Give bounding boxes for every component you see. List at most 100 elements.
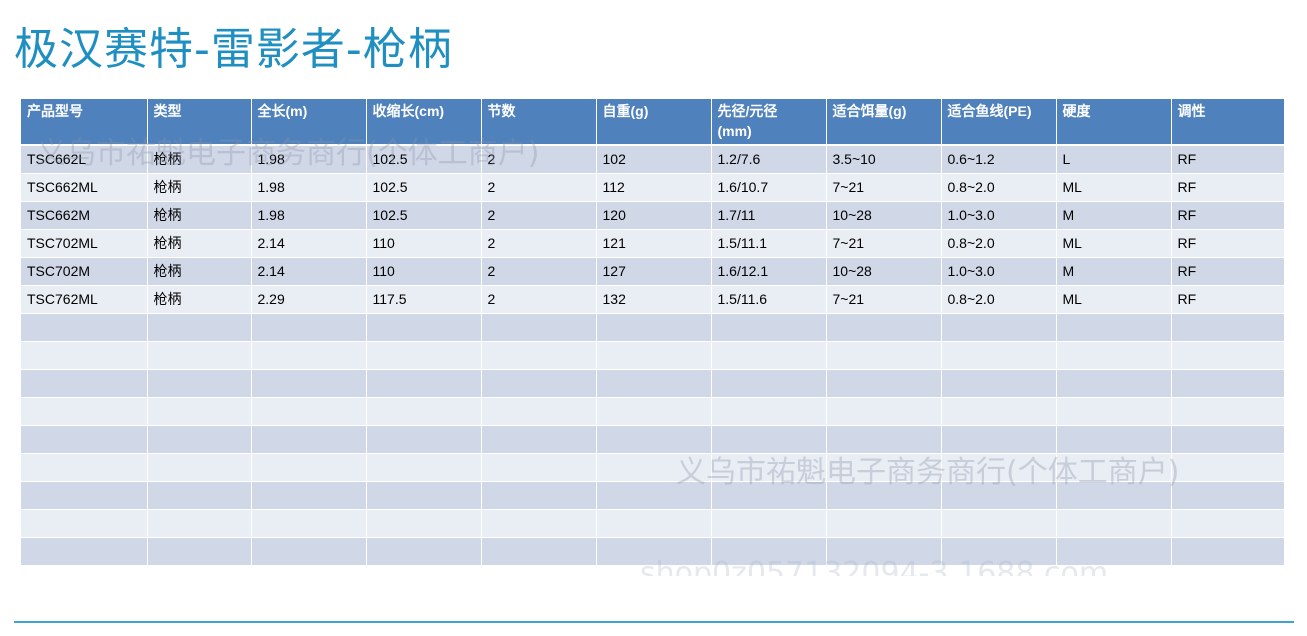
table-cell-empty xyxy=(596,313,712,342)
table-cell-empty xyxy=(366,481,482,510)
table-cell: TSC702ML xyxy=(21,229,148,258)
table-cell: 1.5/11.6 xyxy=(711,285,827,314)
table-cell: 102.5 xyxy=(366,201,482,230)
table-cell: 2.14 xyxy=(251,257,367,286)
table-cell-empty xyxy=(596,397,712,426)
table-cell-empty xyxy=(21,341,148,370)
table-cell-empty xyxy=(711,481,827,510)
table-cell-empty xyxy=(941,313,1057,342)
table-cell: 110 xyxy=(366,229,482,258)
table-cell: RF xyxy=(1171,285,1284,314)
table-cell: M xyxy=(1056,201,1172,230)
table-cell-empty xyxy=(251,481,367,510)
table-cell-empty xyxy=(251,425,367,454)
table-cell-empty xyxy=(596,509,712,538)
table-cell-empty xyxy=(147,341,252,370)
table-cell: 0.6~1.2 xyxy=(941,145,1057,174)
table-cell: 枪柄 xyxy=(147,285,252,314)
table-cell-empty xyxy=(21,453,148,482)
table-cell-empty xyxy=(147,537,252,566)
table-cell-empty xyxy=(826,453,942,482)
table-cell-empty xyxy=(366,341,482,370)
table-cell: 121 xyxy=(596,229,712,258)
table-cell-empty xyxy=(711,369,827,398)
table-cell-empty xyxy=(826,509,942,538)
table-cell-empty xyxy=(481,481,597,510)
table-cell-empty xyxy=(481,341,597,370)
table-cell-empty xyxy=(941,481,1057,510)
empty-table-row xyxy=(21,341,1284,370)
table-row: TSC702M 枪柄 2.14 110 2 127 1.6/12.1 10~28 1.0~3.0… xyxy=(21,257,1284,286)
table-cell: 2 xyxy=(481,257,597,286)
table-cell-empty xyxy=(1056,313,1172,342)
empty-table-row xyxy=(21,425,1284,454)
table-cell: TSC702M xyxy=(21,257,148,286)
table-cell: TSC762ML xyxy=(21,285,148,314)
table-cell-empty xyxy=(366,509,482,538)
table-cell-empty xyxy=(826,341,942,370)
table-cell-empty xyxy=(147,425,252,454)
table-body: TSC662L 枪柄 1.98 102.5 2 102 1.2/7.6 3.5~10 0.6~1… xyxy=(21,145,1284,566)
table-row: TSC662ML 枪柄 1.98 102.5 2 112 1.6/10.7 7~21 0.8~2… xyxy=(21,173,1284,202)
table-cell-empty xyxy=(147,509,252,538)
table-cell: 1.6/10.7 xyxy=(711,173,827,202)
table-cell: 102.5 xyxy=(366,145,482,174)
table-cell-empty xyxy=(1171,481,1284,510)
table-cell-empty xyxy=(711,509,827,538)
table-cell: RF xyxy=(1171,257,1284,286)
table-cell: 枪柄 xyxy=(147,173,252,202)
table-cell-empty xyxy=(596,481,712,510)
table-cell-empty xyxy=(21,481,148,510)
table-cell-empty xyxy=(1171,369,1284,398)
table-cell: 127 xyxy=(596,257,712,286)
table-cell-empty xyxy=(1171,341,1284,370)
table-cell: 120 xyxy=(596,201,712,230)
table-cell-empty xyxy=(1171,509,1284,538)
table-cell-empty xyxy=(481,369,597,398)
column-header: 全长(m) xyxy=(251,99,367,146)
table-cell: TSC662M xyxy=(21,201,148,230)
table-cell-empty xyxy=(1056,481,1172,510)
table-cell: ML xyxy=(1056,173,1172,202)
table-cell-empty xyxy=(941,537,1057,566)
table-cell: 1.6/12.1 xyxy=(711,257,827,286)
table-cell-empty xyxy=(826,425,942,454)
table-cell-empty xyxy=(596,425,712,454)
table-cell-empty xyxy=(21,537,148,566)
empty-table-row xyxy=(21,509,1284,538)
table-cell-empty xyxy=(21,313,148,342)
table-cell-empty xyxy=(941,341,1057,370)
table-cell: M xyxy=(1056,257,1172,286)
column-header: 适合饵量(g) xyxy=(826,99,942,146)
table-cell-empty xyxy=(1171,397,1284,426)
table-cell: 0.8~2.0 xyxy=(941,285,1057,314)
table-cell: 102.5 xyxy=(366,173,482,202)
table-cell-empty xyxy=(481,509,597,538)
spec-table: 产品型号 类型 全长(m) 收缩长(cm) 节数 自重(g) 先径/元径 (mm) 适合饵量(g… xyxy=(21,99,1284,566)
table-cell-empty xyxy=(826,313,942,342)
table-cell: 110 xyxy=(366,257,482,286)
column-header: 收缩长(cm) xyxy=(366,99,482,146)
table-row: TSC762ML 枪柄 2.29 117.5 2 132 1.5/11.6 7~21 0.8~2… xyxy=(21,285,1284,314)
table-cell: L xyxy=(1056,145,1172,174)
table-cell-empty xyxy=(1171,425,1284,454)
table-cell: ML xyxy=(1056,285,1172,314)
column-header: 先径/元径 (mm) xyxy=(711,99,827,146)
table-cell: 7~21 xyxy=(826,285,942,314)
table-cell: RF xyxy=(1171,229,1284,258)
table-cell: 1.0~3.0 xyxy=(941,257,1057,286)
table-row: TSC662M 枪柄 1.98 102.5 2 120 1.7/11 10~28 1.0~3.0… xyxy=(21,201,1284,230)
table-cell-empty xyxy=(711,537,827,566)
table-cell-empty xyxy=(711,453,827,482)
empty-table-row xyxy=(21,369,1284,398)
bottom-divider xyxy=(14,621,1294,623)
table-cell: 3.5~10 xyxy=(826,145,942,174)
table-cell: 枪柄 xyxy=(147,145,252,174)
table-cell-empty xyxy=(147,453,252,482)
table-cell: 117.5 xyxy=(366,285,482,314)
table-row: TSC662L 枪柄 1.98 102.5 2 102 1.2/7.6 3.5~10 0.6~1… xyxy=(21,145,1284,174)
table-cell-empty xyxy=(826,397,942,426)
column-header: 类型 xyxy=(147,99,252,146)
table-cell-empty xyxy=(826,537,942,566)
table-cell: 1.5/11.1 xyxy=(711,229,827,258)
